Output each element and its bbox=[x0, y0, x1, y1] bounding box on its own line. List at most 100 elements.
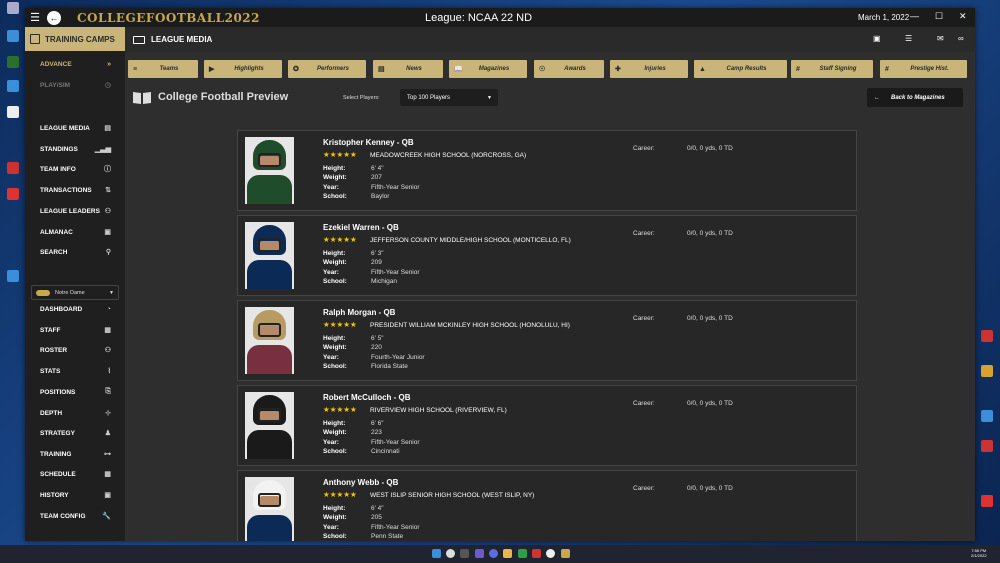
section-title: TRAINING CAMPS bbox=[45, 34, 115, 44]
player-card[interactable]: Ezekiel Warren - QB ★ ★ ★ ★ ★ JEFFERSON COUNTY… bbox=[237, 215, 857, 296]
tab-label: Performers bbox=[316, 66, 349, 72]
tab-news[interactable]: ▤ News bbox=[373, 60, 443, 78]
back-to-magazines-button[interactable]: ← Back to Magazines bbox=[867, 88, 963, 107]
weight-label: Weight: bbox=[323, 514, 347, 521]
player-card[interactable]: Robert McCulloch - QB ★ ★ ★ ★ ★ RIVERVIEW HIGH… bbox=[237, 385, 857, 466]
year-label: Year: bbox=[323, 269, 339, 276]
briefcase-icon[interactable]: ▣ bbox=[873, 34, 881, 43]
player-photo bbox=[245, 392, 294, 459]
sidebar-item-depth[interactable]: DEPTH ⊹ bbox=[25, 406, 125, 420]
minimize-button[interactable]: — bbox=[910, 11, 919, 21]
desktop-icon-file[interactable] bbox=[2, 106, 24, 118]
sidebar-item-standings[interactable]: STANDINGS ▁▃▅ bbox=[25, 142, 125, 156]
school-label: School: bbox=[323, 533, 347, 540]
tab-magazines[interactable]: 📖 Magazines bbox=[449, 60, 527, 78]
sidebar-item-roster[interactable]: ROSTER ⚇ bbox=[25, 343, 125, 357]
career-value: 0/0, 0 yds, 0 TD bbox=[687, 315, 733, 322]
database-icon[interactable]: ☰ bbox=[905, 34, 912, 43]
desktop-icon-app[interactable] bbox=[2, 56, 24, 68]
tab-awards[interactable]: ☉ Awards bbox=[534, 60, 604, 78]
desktop-icon-app[interactable] bbox=[976, 495, 998, 507]
tab-teams[interactable]: ≡ Teams bbox=[128, 60, 198, 78]
desktop-icon-app[interactable] bbox=[976, 365, 998, 377]
player-name[interactable]: Kristopher Kenney - QB bbox=[323, 138, 414, 147]
sidebar-item-schedule[interactable]: SCHEDULE ▦ bbox=[25, 467, 125, 481]
desktop-icon-app[interactable] bbox=[976, 330, 998, 342]
school-value: Cincinnati bbox=[371, 448, 400, 455]
tab-performers[interactable]: ✪ Performers bbox=[288, 60, 366, 78]
player-card[interactable]: Kristopher Kenney - QB ★ ★ ★ ★ ★ MEADOWCREEK H… bbox=[237, 130, 857, 211]
desktop-icon-app[interactable] bbox=[2, 80, 24, 92]
sidebar-item-staff[interactable]: STAFF ▦ bbox=[25, 323, 125, 337]
player-name[interactable]: Ezekiel Warren - QB bbox=[323, 223, 399, 232]
sidebar-item-league-media[interactable]: LEAGUE MEDIA ▤ bbox=[25, 121, 125, 135]
tab-label: Staff Signing bbox=[819, 66, 857, 72]
year-label: Year: bbox=[323, 184, 339, 191]
search-icon[interactable] bbox=[446, 549, 455, 558]
back-button-label: Back to Magazines bbox=[891, 94, 945, 101]
chat-icon[interactable] bbox=[489, 549, 498, 558]
select-players-dropdown[interactable]: Top 100 Players ▼ bbox=[400, 89, 498, 106]
back-arrow-icon[interactable]: ← bbox=[47, 10, 61, 25]
year-label: Year: bbox=[323, 524, 339, 531]
tab-staff-signing[interactable]: # Staff Signing bbox=[791, 60, 873, 78]
sidebar-item-transactions[interactable]: TRANSACTIONS ⇅ bbox=[25, 183, 125, 197]
weight-value: 220 bbox=[371, 344, 382, 351]
group-icon: ⚇ bbox=[104, 347, 111, 354]
sidebar-item-strategy[interactable]: STRATEGY ♟ bbox=[25, 426, 125, 440]
close-button[interactable]: ✕ bbox=[959, 11, 967, 22]
desktop-icon-app[interactable] bbox=[976, 440, 998, 452]
desktop-icon-app[interactable] bbox=[2, 30, 24, 42]
sidebar-item-search[interactable]: SEARCH ⚲ bbox=[25, 245, 125, 259]
player-name[interactable]: Anthony Webb - QB bbox=[323, 478, 398, 487]
widgets-icon[interactable] bbox=[475, 549, 484, 558]
binoculars-icon[interactable]: ∞ bbox=[958, 34, 964, 43]
game-app-icon[interactable] bbox=[561, 549, 570, 558]
star-icon: ★ bbox=[323, 235, 330, 244]
sidebar-item-almanac[interactable]: ALMANAC ▣ bbox=[25, 225, 125, 239]
desktop-icon-app[interactable] bbox=[2, 270, 24, 282]
calendar-icon: ▦ bbox=[104, 471, 111, 478]
task-view-icon[interactable] bbox=[460, 549, 469, 558]
sidebar-item-label: STAFF bbox=[40, 326, 61, 334]
sidebar-item-team-info[interactable]: TEAM INFO ⓘ bbox=[25, 162, 125, 176]
clock[interactable]: 7:56 PM 2/1/2022 bbox=[971, 548, 987, 558]
tab-injuries[interactable]: ✚ Injuries bbox=[610, 60, 688, 78]
sidebar-item-team-config[interactable]: TEAM CONFIG 🔧 bbox=[25, 509, 125, 523]
player-name[interactable]: Ralph Morgan - QB bbox=[323, 308, 395, 317]
team-select[interactable]: Notre Dame ▼ bbox=[31, 285, 119, 300]
sidebar-item-label: DEPTH bbox=[40, 409, 63, 417]
tab-camp-results[interactable]: ▲ Camp Results bbox=[694, 60, 787, 78]
sidebar-item-training[interactable]: TRAINING ⊶ bbox=[25, 447, 125, 461]
tab-label: Injuries bbox=[644, 66, 666, 72]
player-name[interactable]: Robert McCulloch - QB bbox=[323, 393, 411, 402]
hamburger-menu-icon[interactable]: ☰ bbox=[25, 11, 45, 24]
playsim-button[interactable]: PLAY/SIM ◷ bbox=[25, 78, 125, 92]
desktop-icon-app[interactable] bbox=[2, 188, 24, 200]
app-icon[interactable] bbox=[532, 549, 541, 558]
player-card[interactable]: Anthony Webb - QB ★ ★ ★ ★ ★ WEST ISLIP SENIOR … bbox=[237, 470, 857, 541]
store-icon[interactable] bbox=[518, 549, 527, 558]
sidebar-item-dashboard[interactable]: DASHBOARD ◔ bbox=[25, 302, 125, 316]
app-icon[interactable] bbox=[546, 549, 555, 558]
star-icon: ★ bbox=[329, 490, 337, 499]
hash-icon: # bbox=[885, 65, 889, 73]
sidebar-item-history[interactable]: HISTORY ▣ bbox=[25, 488, 125, 502]
advance-button[interactable]: ADVANCE » bbox=[25, 57, 125, 71]
school-value: Penn State bbox=[371, 533, 404, 540]
desktop-icon-app[interactable] bbox=[2, 162, 24, 174]
windows-start-icon[interactable] bbox=[432, 549, 441, 558]
file-explorer-icon[interactable] bbox=[503, 549, 512, 558]
desktop-icon-app[interactable] bbox=[976, 410, 998, 422]
sidebar-item-stats[interactable]: STATS ⌇ bbox=[25, 364, 125, 378]
tab-prestige-hist[interactable]: # Prestige Hist. bbox=[880, 60, 967, 78]
training-camps-header[interactable]: TRAINING CAMPS bbox=[25, 27, 125, 51]
wrench-icon: 🔧 bbox=[102, 513, 111, 520]
mail-icon[interactable]: ✉ bbox=[937, 34, 944, 43]
desktop-icon-recycle-bin[interactable] bbox=[2, 2, 24, 14]
player-card[interactable]: Ralph Morgan - QB ★ ★ ★ ★ ★ PRESIDENT WILLIAM … bbox=[237, 300, 857, 381]
sidebar-item-league-leaders[interactable]: LEAGUE LEADERS ⚇ bbox=[25, 204, 125, 218]
tab-highlights[interactable]: ▶ Highlights bbox=[204, 60, 282, 78]
maximize-button[interactable]: ☐ bbox=[935, 11, 943, 22]
sidebar-item-positions[interactable]: POSITIONS ⎘ bbox=[25, 385, 125, 399]
